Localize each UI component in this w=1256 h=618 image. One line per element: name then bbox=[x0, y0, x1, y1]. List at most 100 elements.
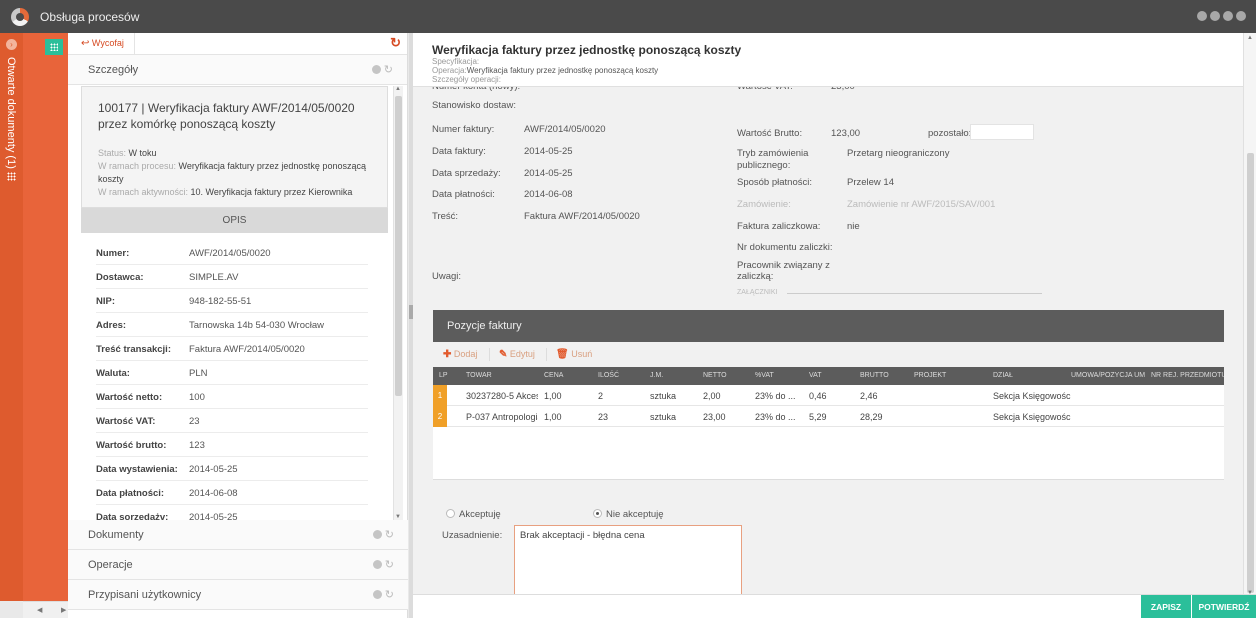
scroll-up-icon[interactable]: ▲ bbox=[395, 86, 401, 92]
task-title: 100177 | Weryfikacja faktury AWF/2014/05… bbox=[98, 101, 355, 131]
edit-position-button[interactable]: ✎ Edytuj bbox=[499, 349, 535, 360]
column-header[interactable]: LP bbox=[439, 372, 448, 379]
refresh-icon[interactable]: ↻ bbox=[390, 35, 401, 51]
action-bar: ZAPISZ POTWIERDŹ bbox=[413, 594, 1256, 618]
edit-icon: ✎ bbox=[499, 349, 508, 360]
delete-position-button[interactable]: 🗑 Usuń bbox=[556, 349, 592, 360]
column-header[interactable]: PROJEKT bbox=[914, 372, 946, 379]
reject-radio[interactable]: Nie akceptuję bbox=[593, 509, 664, 520]
app-title: Obsługa procesów bbox=[40, 10, 140, 24]
operation-scrollbar[interactable]: ▲ ▼ bbox=[1243, 33, 1256, 598]
column-header[interactable]: BRUTTO bbox=[860, 372, 889, 379]
horizontal-scrollbar[interactable]: ◀ ▶ bbox=[23, 601, 68, 618]
reason-textarea[interactable]: Brak akceptacji - błędna cena bbox=[514, 525, 742, 595]
scroll-thumb[interactable] bbox=[1247, 153, 1254, 593]
column-header[interactable]: DZIAŁ bbox=[993, 372, 1013, 379]
refresh-icon[interactable]: ↻ bbox=[385, 559, 394, 571]
column-header[interactable]: %VAT bbox=[755, 372, 774, 379]
column-header[interactable]: UMOWA/POZYCJA UM bbox=[1071, 372, 1145, 379]
close-icon[interactable] bbox=[1236, 11, 1246, 21]
collapse-arrow-icon[interactable]: › bbox=[6, 39, 17, 50]
column-header[interactable]: VAT bbox=[809, 372, 822, 379]
remaining-input[interactable] bbox=[970, 124, 1034, 140]
add-position-button[interactable]: ✚ Dodaj bbox=[443, 349, 477, 360]
detail-field-label: Dostawca: bbox=[96, 272, 144, 283]
details-scrollbar[interactable]: ▲ ▼ bbox=[393, 86, 403, 520]
detail-field-row: Numer: AWF/2014/05/0020 bbox=[81, 241, 388, 265]
column-header[interactable]: CENA bbox=[544, 372, 563, 379]
table-row[interactable]: 1 30237280-5 Akcesor 1,00 2 sztuka 2,00 23% do… bbox=[433, 385, 1224, 406]
table-cell-towar: P-037 Antropologia bbox=[466, 412, 538, 422]
operation-header: Weryfikacja faktury przez jednostkę pono… bbox=[413, 33, 1243, 87]
detail-field-row: Wartość brutto: 123 bbox=[81, 433, 388, 457]
detail-field-label: Data płatności: bbox=[96, 488, 165, 499]
scroll-right-icon[interactable]: ▶ bbox=[61, 606, 66, 614]
section-users-header[interactable]: Przypisani użytkownicy ↻ bbox=[68, 580, 408, 610]
expand-icon[interactable] bbox=[372, 530, 382, 539]
table-cell-ilosc: 2 bbox=[598, 391, 604, 401]
grid-tile-button[interactable] bbox=[45, 39, 63, 55]
table-cell-jm: sztuka bbox=[650, 391, 677, 401]
detail-field-value: 2014-05-25 bbox=[189, 512, 238, 520]
section-documents-header[interactable]: Dokumenty ↻ bbox=[68, 520, 408, 550]
table-cell-vat: 0,46 bbox=[809, 391, 827, 401]
maximize-icon[interactable] bbox=[1223, 11, 1233, 21]
detail-field-value: 23 bbox=[189, 416, 200, 427]
detail-field-label: Wartość netto: bbox=[96, 392, 163, 403]
confirm-button[interactable]: POTWIERDŹ bbox=[1192, 595, 1256, 618]
accept-radio[interactable]: Akceptuję bbox=[446, 509, 501, 520]
refresh-icon[interactable]: ↻ bbox=[385, 529, 394, 541]
section-operations-header[interactable]: Operacje ↻ bbox=[68, 550, 408, 580]
detail-field-label: Adres: bbox=[96, 320, 127, 331]
positions-table: LP TOWAR CENA ILOŚĆ J.M. NETTO %VAT VAT BRUTTO PR… bbox=[433, 367, 1224, 479]
detail-field-label: Wartość brutto: bbox=[96, 440, 167, 451]
column-header[interactable]: NETTO bbox=[703, 372, 727, 379]
detail-field-row: Adres: Tarnowska 14b 54-030 Wrocław bbox=[81, 313, 388, 337]
scroll-thumb[interactable] bbox=[395, 96, 402, 396]
details-panel: ↩ Wycofaj ↻ Szczegóły ↻ 100177 | Weryfik… bbox=[68, 33, 408, 618]
attachments-label: ZAŁĄCZNIKI bbox=[737, 289, 778, 296]
refresh-icon[interactable]: ↻ bbox=[384, 64, 393, 76]
positions-toolbar: ✚ Dodaj ✎ Edytuj 🗑 Usuń bbox=[433, 343, 1224, 367]
detail-field-label: Numer: bbox=[96, 248, 130, 259]
table-cell-pvat: 23% do ... bbox=[755, 412, 796, 422]
column-header[interactable]: J.M. bbox=[650, 372, 663, 379]
table-cell-vat: 5,29 bbox=[809, 412, 827, 422]
window-controls bbox=[1197, 11, 1246, 21]
column-header[interactable]: NR REJ. PRZEDMIOTU bbox=[1151, 372, 1224, 379]
row-number: 2 bbox=[433, 406, 447, 427]
table-row[interactable]: 2 P-037 Antropologia 1,00 23 sztuka 23,00 23% … bbox=[433, 406, 1224, 427]
column-header[interactable]: ILOŚĆ bbox=[598, 372, 619, 379]
detail-field-row: Dostawca: SIMPLE.AV bbox=[81, 265, 388, 289]
save-button[interactable]: ZAPISZ bbox=[1141, 595, 1191, 618]
table-cell-ilosc: 23 bbox=[598, 412, 609, 422]
refresh-icon[interactable]: ↻ bbox=[385, 589, 394, 601]
app-logo-icon bbox=[11, 8, 29, 26]
table-cell-brutto: 2,46 bbox=[860, 391, 878, 401]
section-details-header[interactable]: Szczegóły ↻ bbox=[68, 55, 407, 85]
expand-icon[interactable] bbox=[372, 560, 382, 569]
detail-field-value: SIMPLE.AV bbox=[189, 272, 239, 283]
back-arrow-icon: ↩ bbox=[81, 38, 90, 49]
detail-field-label: Wartość VAT: bbox=[96, 416, 156, 427]
collapse-icon[interactable] bbox=[371, 65, 381, 74]
detail-field-row: Wartość VAT: 23 bbox=[81, 409, 388, 433]
expand-icon[interactable] bbox=[372, 590, 382, 599]
scroll-up-icon[interactable]: ▲ bbox=[1247, 35, 1253, 41]
detail-field-row: Data płatności: 2014-06-08 bbox=[81, 481, 388, 505]
detail-field-row: Treść transakcji: Faktura AWF/2014/05/002… bbox=[81, 337, 388, 361]
grid-icon[interactable] bbox=[7, 172, 16, 181]
table-cell-pvat: 23% do ... bbox=[755, 391, 796, 401]
invoice-number: AWF/2014/05/0020 bbox=[524, 124, 606, 135]
detail-field-value: 123 bbox=[189, 440, 205, 451]
open-documents-tab[interactable]: Otwarte dokumenty (1) bbox=[5, 57, 17, 169]
column-header[interactable]: TOWAR bbox=[466, 372, 492, 379]
minimize-icon[interactable] bbox=[1210, 11, 1220, 21]
withdraw-button[interactable]: ↩ Wycofaj bbox=[81, 38, 124, 49]
scroll-left-icon[interactable]: ◀ bbox=[37, 606, 42, 614]
detail-field-value: 948-182-55-51 bbox=[189, 296, 252, 307]
table-cell-cena: 1,00 bbox=[544, 391, 562, 401]
table-cell-cena: 1,00 bbox=[544, 412, 562, 422]
detail-field-value: 2014-06-08 bbox=[189, 488, 238, 499]
settings-icon[interactable] bbox=[1197, 11, 1207, 21]
